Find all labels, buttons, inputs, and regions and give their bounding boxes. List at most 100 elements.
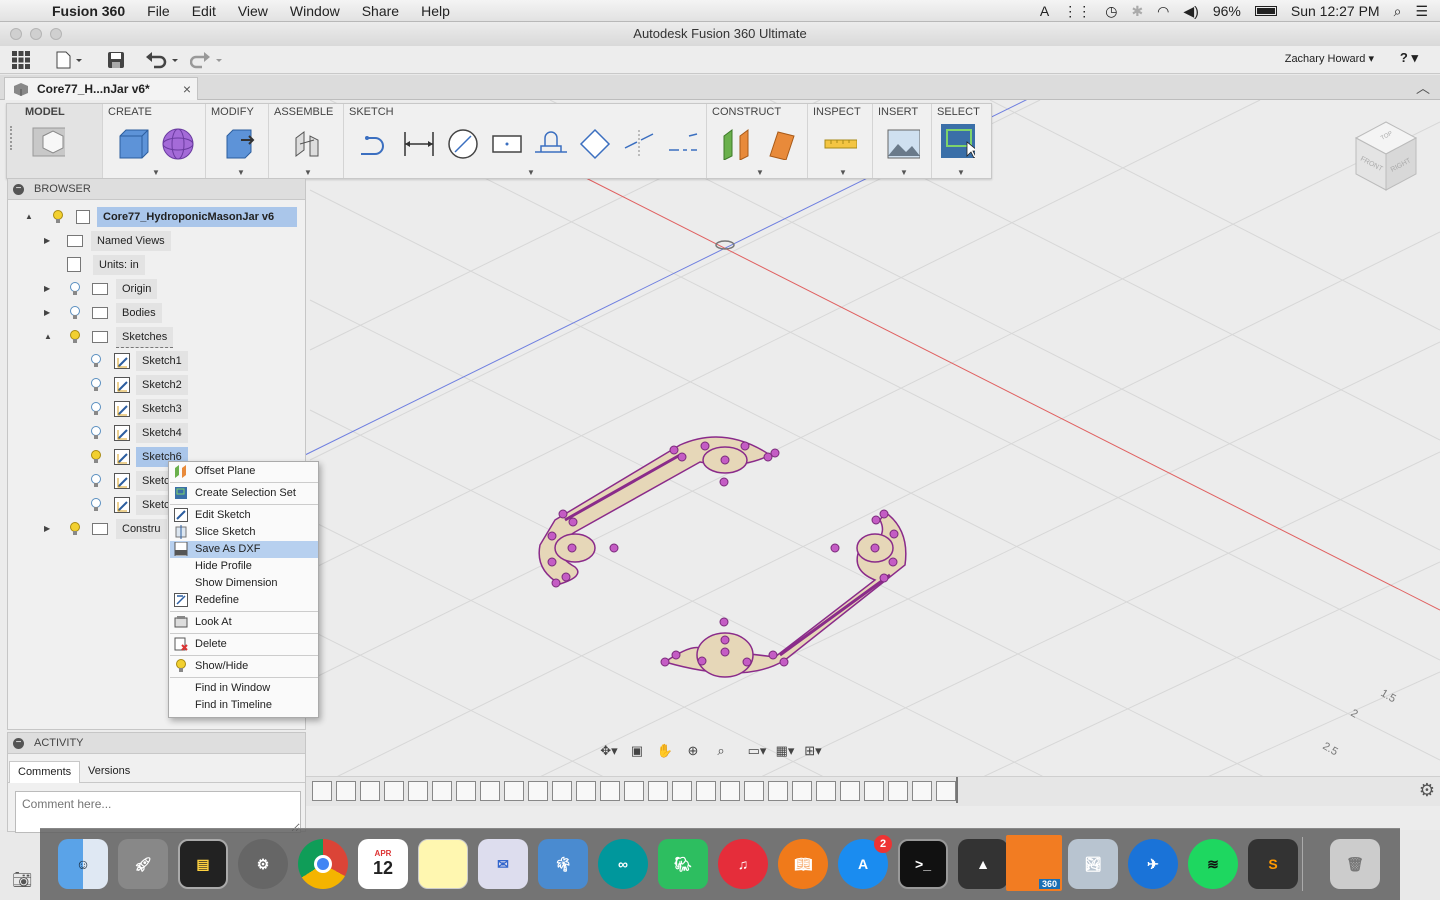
dock-launchpad-icon[interactable]: 🚀︎ xyxy=(118,839,168,889)
document-tab[interactable]: Core77_H...nJar v6* × xyxy=(4,77,198,100)
press-pull-icon[interactable] xyxy=(221,126,255,160)
tab-versions[interactable]: Versions xyxy=(80,761,138,783)
construct-dropdown-icon[interactable]: ▼ xyxy=(756,168,764,177)
trim-tool-icon[interactable] xyxy=(533,126,567,160)
expand-triangle-icon[interactable]: ▶ xyxy=(44,519,50,539)
dock-arduino-icon[interactable]: ∞ xyxy=(598,839,648,889)
dock-ibooks-icon[interactable]: 📖︎ xyxy=(778,839,828,889)
screenshot-camera-icon[interactable]: 📷︎ xyxy=(12,870,32,890)
collapse-activity-icon[interactable]: − xyxy=(13,738,24,749)
pan-icon[interactable]: ✋ xyxy=(654,743,676,759)
timeline-feature-icon[interactable] xyxy=(312,781,332,801)
visibility-bulb-icon[interactable] xyxy=(90,354,102,368)
menu-app-name[interactable]: Fusion 360 xyxy=(52,3,125,19)
joint-icon[interactable] xyxy=(290,126,324,160)
timeline-feature-icon[interactable] xyxy=(600,781,620,801)
spotlight-icon[interactable]: ⌕ xyxy=(1394,3,1402,20)
close-tab-button[interactable]: × xyxy=(183,81,191,97)
visibility-bulb-icon[interactable] xyxy=(90,402,102,416)
dock-trash-icon[interactable]: 🗑︎ xyxy=(1330,839,1380,889)
dock-spotify-icon[interactable]: ≋ xyxy=(1188,839,1238,889)
dock-chrome-icon[interactable] xyxy=(298,839,348,889)
ribbon-group-select[interactable]: SELECT ▼ xyxy=(933,104,991,178)
visibility-bulb-icon[interactable] xyxy=(69,522,81,536)
sketch-dropdown-icon[interactable]: ▼ xyxy=(527,168,535,177)
visibility-bulb-icon[interactable] xyxy=(52,210,64,224)
timeline-feature-icon[interactable] xyxy=(672,781,692,801)
dock-preview-icon[interactable]: ✉︎ xyxy=(478,839,528,889)
battery-icon[interactable] xyxy=(1254,6,1277,16)
visibility-bulb-icon[interactable] xyxy=(90,498,102,512)
assemble-dropdown-icon[interactable]: ▼ xyxy=(304,168,312,177)
volume-icon[interactable]: ◀) xyxy=(1183,3,1198,20)
menu-view[interactable]: View xyxy=(238,3,268,19)
menu-item-delete[interactable]: Delete xyxy=(170,636,318,653)
dock-calendar-icon[interactable]: APR 12 xyxy=(358,839,408,889)
data-panel-icon[interactable] xyxy=(12,51,30,69)
file-menu-icon[interactable] xyxy=(56,51,84,69)
menu-item-find-in-window[interactable]: Find in Window xyxy=(170,680,318,697)
timeline-feature-icon[interactable] xyxy=(528,781,548,801)
create-dropdown-icon[interactable]: ▼ xyxy=(152,168,160,177)
box-icon[interactable] xyxy=(116,126,150,160)
dock-notes-icon[interactable] xyxy=(418,839,468,889)
midplane-icon[interactable] xyxy=(764,126,798,160)
zoom-icon[interactable]: ⊕ xyxy=(682,743,704,759)
circle-tool-icon[interactable] xyxy=(445,126,479,160)
timeline-feature-icon[interactable] xyxy=(912,781,932,801)
browser-header[interactable]: − BROWSER xyxy=(8,179,305,200)
offset-plane-icon[interactable] xyxy=(720,126,754,160)
timeline-feature-icon[interactable] xyxy=(336,781,356,801)
workspace-switcher[interactable]: MODEL xyxy=(7,104,103,178)
comment-input[interactable] xyxy=(15,791,301,833)
menu-file[interactable]: File xyxy=(147,3,170,19)
expand-triangle-icon[interactable]: ▶ xyxy=(44,303,50,323)
ribbon-group-insert[interactable]: INSERT ▼ xyxy=(874,104,932,178)
visibility-bulb-icon[interactable] xyxy=(69,282,81,296)
timeline-marker[interactable] xyxy=(956,777,958,803)
ribbon-group-sketch[interactable]: SKETCH ▼ xyxy=(345,104,707,178)
menu-edit[interactable]: Edit xyxy=(192,3,216,19)
expand-triangle-icon[interactable]: ▶ xyxy=(44,231,50,251)
look-at-icon[interactable]: ▣ xyxy=(626,743,648,759)
sketch-dimension-icon[interactable] xyxy=(401,126,435,160)
polygon-tool-icon[interactable] xyxy=(577,126,611,160)
timeline-feature-icon[interactable] xyxy=(888,781,908,801)
dock-sublime-text-icon[interactable]: S xyxy=(1248,839,1298,889)
collapse-toolbar-icon[interactable]: ︿ xyxy=(1416,78,1430,98)
menu-item-show-hide[interactable]: Show/Hide xyxy=(170,658,318,675)
timeline-feature-icon[interactable] xyxy=(384,781,404,801)
measure-icon[interactable] xyxy=(823,126,857,160)
close-window-button[interactable] xyxy=(10,28,22,40)
insert-image-icon[interactable] xyxy=(886,126,920,160)
minimize-window-button[interactable] xyxy=(30,28,42,40)
timeline-feature-icon[interactable] xyxy=(408,781,428,801)
timeline-feature-icon[interactable] xyxy=(840,781,860,801)
menu-item-hide-profile[interactable]: Hide Profile xyxy=(170,558,318,575)
timeline-feature-icon[interactable] xyxy=(624,781,644,801)
dock-activity-monitor-icon[interactable]: ▤ xyxy=(178,839,228,889)
dock-terminal-icon[interactable]: >_ xyxy=(898,839,948,889)
wifi-icon[interactable]: ◠ xyxy=(1157,3,1169,20)
help-menu[interactable]: ? ▾ xyxy=(1400,50,1418,66)
time-machine-icon[interactable]: ◷ xyxy=(1105,3,1117,20)
fit-icon[interactable]: ⌕ xyxy=(710,743,732,759)
orbit-icon[interactable]: ✥▾ xyxy=(598,743,620,759)
visibility-bulb-icon[interactable] xyxy=(90,474,102,488)
menu-item-find-in-timeline[interactable]: Find in Timeline xyxy=(170,697,318,714)
input-source-icon[interactable]: A xyxy=(1040,3,1049,19)
insert-dropdown-icon[interactable]: ▼ xyxy=(900,168,908,177)
inspect-dropdown-icon[interactable]: ▼ xyxy=(839,168,847,177)
timeline-feature-icon[interactable] xyxy=(576,781,596,801)
menu-help[interactable]: Help xyxy=(421,3,450,19)
user-account-menu[interactable]: Zachary Howard ▾ xyxy=(1285,52,1374,65)
collapse-triangle-icon[interactable]: ▲ xyxy=(25,207,33,227)
ribbon-group-assemble[interactable]: ASSEMBLE ▼ xyxy=(270,104,344,178)
visibility-bulb-icon[interactable] xyxy=(69,330,81,344)
timeline-feature-icon[interactable] xyxy=(792,781,812,801)
bluetooth-icon[interactable]: ✱ xyxy=(1131,3,1143,20)
ribbon-group-inspect[interactable]: INSPECT ▼ xyxy=(809,104,873,178)
tree-root[interactable]: ▲ Core77_HydroponicMasonJar v6 xyxy=(20,207,310,227)
menu-window[interactable]: Window xyxy=(290,3,340,19)
timeline-feature-icon[interactable] xyxy=(648,781,668,801)
